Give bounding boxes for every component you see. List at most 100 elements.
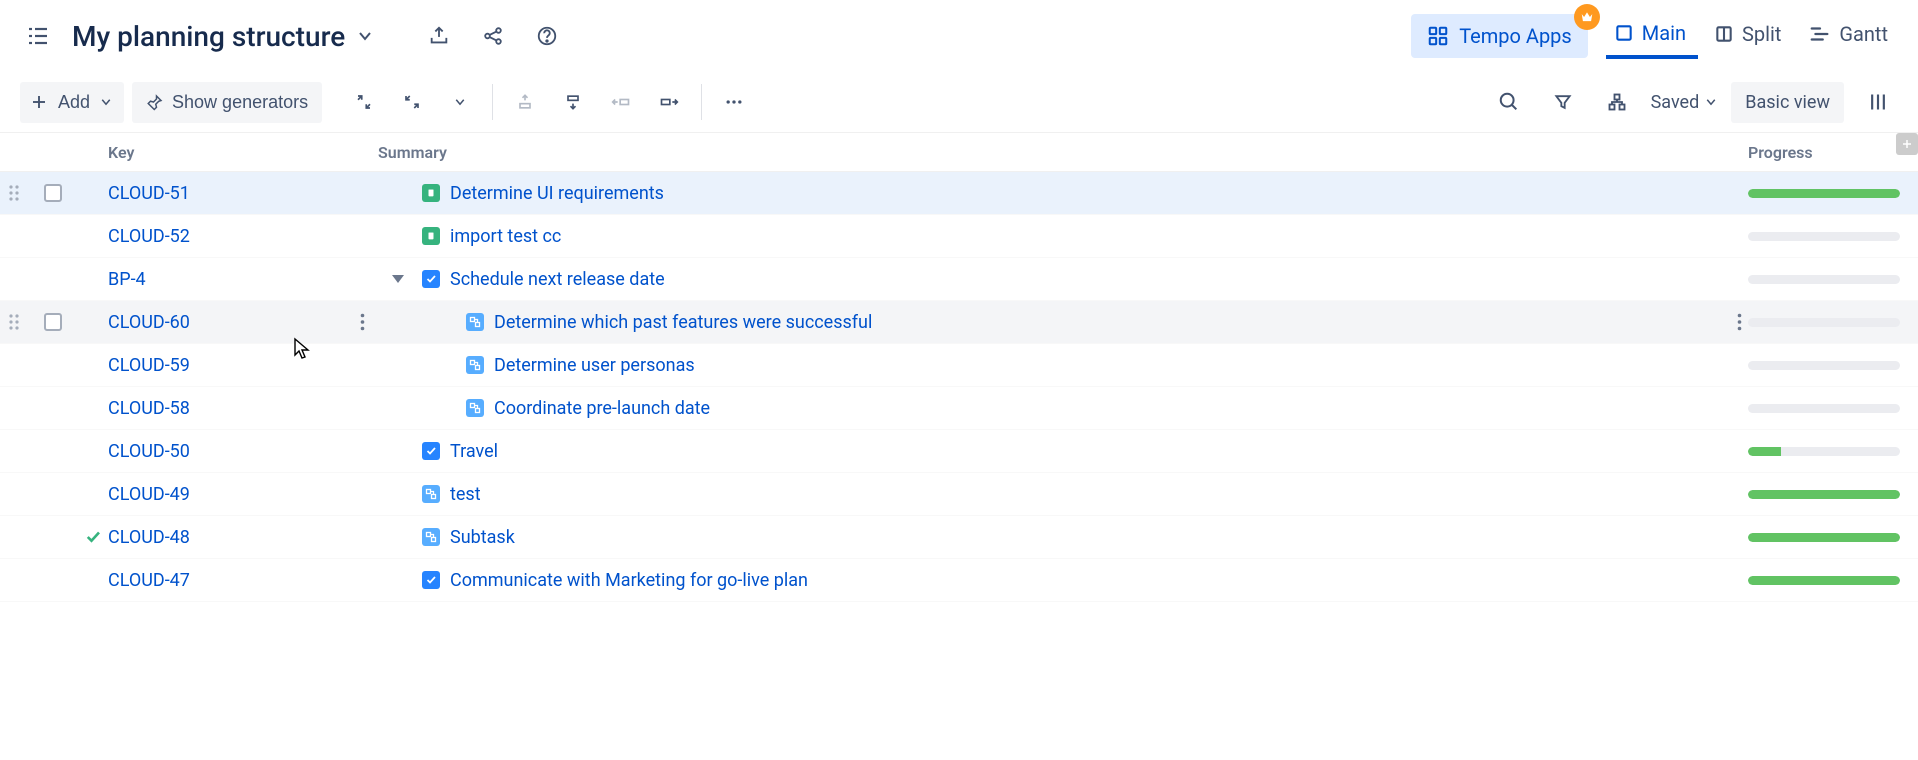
move-up-button[interactable] — [505, 82, 545, 122]
issue-key-link[interactable]: CLOUD-59 — [108, 355, 190, 376]
more-toolbar-button[interactable] — [714, 82, 754, 122]
expand-menu-chevron[interactable] — [440, 82, 480, 122]
table-row[interactable]: CLOUD-49 test — [0, 473, 1918, 516]
table-row[interactable]: CLOUD-48 Subtask — [0, 516, 1918, 559]
issue-summary-link[interactable]: Determine user personas — [494, 355, 695, 376]
issue-key-link[interactable]: CLOUD-60 — [108, 312, 190, 333]
structure-title: My planning structure — [72, 20, 345, 53]
chevron-down-icon — [454, 96, 466, 108]
transform-button[interactable] — [1597, 82, 1637, 122]
row-checkbox[interactable] — [44, 184, 62, 202]
issue-key-link[interactable]: CLOUD-49 — [108, 484, 190, 505]
subtask-issue-icon — [422, 485, 440, 503]
outdent-button[interactable] — [601, 82, 641, 122]
row-actions-menu[interactable] — [352, 313, 372, 331]
share-icon[interactable] — [473, 16, 513, 56]
move-down-button[interactable] — [553, 82, 593, 122]
expand-toggle-icon[interactable] — [392, 275, 404, 283]
subtask-issue-icon — [466, 356, 484, 374]
issue-summary-link[interactable]: Communicate with Marketing for go-live p… — [450, 570, 808, 591]
column-summary[interactable]: Summary — [378, 143, 1748, 162]
progress-bar — [1748, 361, 1900, 370]
row-checkbox[interactable] — [44, 313, 62, 331]
tempo-apps-label: Tempo Apps — [1459, 24, 1572, 48]
filter-button[interactable] — [1543, 82, 1583, 122]
hierarchy-icon — [1607, 92, 1627, 112]
indent-button[interactable] — [649, 82, 689, 122]
column-key[interactable]: Key — [108, 143, 378, 162]
drag-handle-icon[interactable] — [0, 313, 28, 331]
gantt-icon — [1809, 24, 1831, 44]
table-header: Key Summary Progress — [0, 132, 1918, 172]
progress-bar — [1748, 490, 1900, 499]
toolbar-separator — [701, 84, 702, 120]
progress-bar — [1748, 404, 1900, 413]
view-main-tab[interactable]: Main — [1606, 13, 1698, 59]
issue-summary-link[interactable]: Coordinate pre-launch date — [494, 398, 710, 419]
issue-key-link[interactable]: CLOUD-58 — [108, 398, 190, 419]
subtask-issue-icon — [422, 528, 440, 546]
add-column-button[interactable] — [1896, 133, 1918, 155]
drag-handle-icon[interactable] — [0, 184, 28, 202]
issue-summary-link[interactable]: Determine which past features were succe… — [494, 312, 872, 333]
add-button[interactable]: Add — [20, 82, 124, 123]
task-issue-icon — [422, 571, 440, 589]
task-issue-icon — [422, 442, 440, 460]
table-row[interactable]: CLOUD-47 Communicate with Marketing for g… — [0, 559, 1918, 602]
table-row[interactable]: CLOUD-52 import test cc — [0, 215, 1918, 258]
row-actions-menu-right[interactable] — [1730, 313, 1748, 331]
table-row[interactable]: CLOUD-59 Determine user personas — [0, 344, 1918, 387]
show-generators-button[interactable]: Show generators — [132, 82, 322, 123]
view-gantt-tab[interactable]: Gantt — [1801, 14, 1900, 59]
structure-switcher-icon[interactable] — [18, 16, 58, 56]
tempo-apps-button[interactable]: Tempo Apps — [1411, 14, 1588, 58]
issue-key-link[interactable]: CLOUD-48 — [108, 527, 190, 548]
table-row[interactable]: CLOUD-50 Travel — [0, 430, 1918, 473]
issue-summary-link[interactable]: Travel — [450, 441, 498, 462]
chevron-down-icon — [1705, 96, 1717, 108]
progress-bar — [1748, 533, 1900, 542]
crown-badge-icon — [1574, 4, 1600, 30]
help-icon[interactable] — [527, 16, 567, 56]
issue-summary-link[interactable]: Schedule next release date — [450, 269, 665, 290]
done-check-icon — [84, 528, 102, 546]
task-issue-icon — [422, 270, 440, 288]
search-button[interactable] — [1489, 82, 1529, 122]
subtask-issue-icon — [466, 399, 484, 417]
table-row[interactable]: CLOUD-51 Determine UI requirements — [0, 172, 1918, 215]
columns-icon — [1868, 91, 1888, 113]
subtask-issue-icon — [466, 313, 484, 331]
issue-summary-link[interactable]: Subtask — [450, 527, 515, 548]
export-icon[interactable] — [419, 16, 459, 56]
progress-bar — [1748, 318, 1900, 327]
split-view-icon — [1714, 24, 1734, 44]
filter-icon — [1553, 92, 1573, 112]
structure-title-dropdown[interactable]: My planning structure — [72, 20, 373, 53]
ellipsis-icon — [724, 92, 744, 112]
view-split-tab[interactable]: Split — [1706, 14, 1793, 59]
issue-key-link[interactable]: BP-4 — [108, 269, 146, 290]
saved-dropdown[interactable]: Saved — [1651, 92, 1718, 113]
progress-bar — [1748, 275, 1900, 284]
columns-button[interactable] — [1858, 82, 1898, 122]
issue-summary-link[interactable]: Determine UI requirements — [450, 183, 664, 204]
issue-key-link[interactable]: CLOUD-50 — [108, 441, 190, 462]
issue-key-link[interactable]: CLOUD-51 — [108, 183, 190, 204]
progress-bar — [1748, 576, 1900, 585]
table-row[interactable]: BP-4 Schedule next release date — [0, 258, 1918, 301]
generators-pin-icon — [146, 93, 164, 111]
issue-summary-link[interactable]: import test cc — [450, 226, 561, 247]
expand-all-button[interactable] — [344, 82, 384, 122]
progress-bar — [1748, 232, 1900, 241]
issue-key-link[interactable]: CLOUD-47 — [108, 570, 190, 591]
collapse-all-button[interactable] — [392, 82, 432, 122]
search-icon — [1498, 91, 1520, 113]
chevron-down-icon — [357, 28, 373, 44]
column-progress[interactable]: Progress — [1748, 143, 1918, 162]
issue-summary-link[interactable]: test — [450, 484, 481, 505]
table-row[interactable]: CLOUD-58 Coordinate pre-launch date — [0, 387, 1918, 430]
table-row[interactable]: CLOUD-60 Determine which past features we… — [0, 301, 1918, 344]
issue-key-link[interactable]: CLOUD-52 — [108, 226, 190, 247]
basic-view-button[interactable]: Basic view — [1731, 82, 1844, 123]
toolbar-separator — [492, 84, 493, 120]
